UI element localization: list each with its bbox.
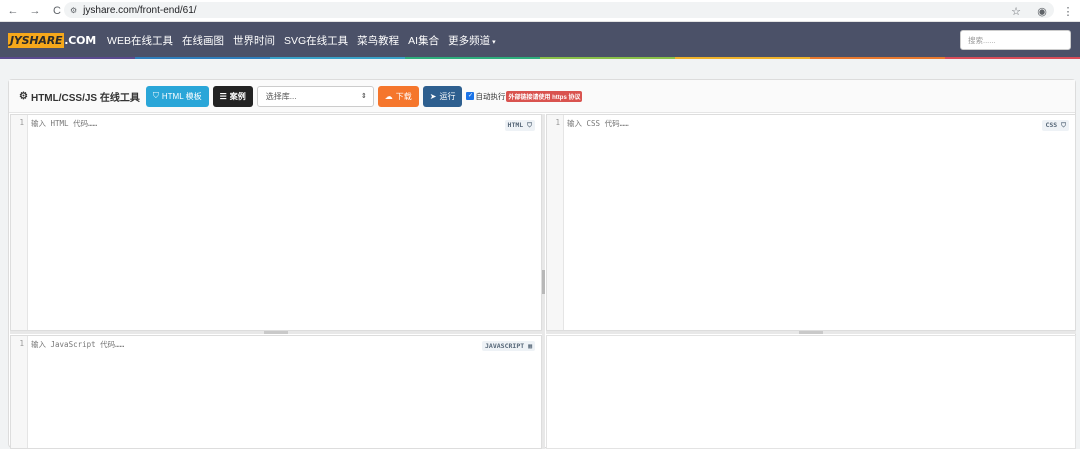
stripe-segment xyxy=(0,57,135,59)
js-editor-gutter: 1 xyxy=(11,336,28,448)
js-editor[interactable]: 1 输入 JavaScript 代码…… JAVASCRIPT ▦ xyxy=(10,335,542,449)
autorun-label[interactable]: 自动执行 xyxy=(475,91,505,102)
js-editor-placeholder: 输入 JavaScript 代码…… xyxy=(31,340,125,349)
css-editor-placeholder: 输入 CSS 代码…… xyxy=(567,119,629,128)
stripe-segment xyxy=(270,57,405,59)
vertical-resizer[interactable] xyxy=(542,114,545,449)
autorun-option: ✓ 自动执行 外部链接请使用 https 协议 xyxy=(466,90,583,102)
line-number: 1 xyxy=(19,118,24,127)
color-stripe xyxy=(0,57,1080,59)
download-button[interactable]: ☁ 下载 xyxy=(377,85,419,107)
nav-link-more-label: 更多频道 xyxy=(448,34,491,47)
css-language-tag: CSS ⛉ xyxy=(1042,120,1069,131)
css-editor-gutter: 1 xyxy=(547,115,564,330)
html-editor-gutter: 1 xyxy=(11,115,28,330)
browser-menu-icon[interactable]: ⋮ xyxy=(1059,2,1077,20)
library-select-value: 选择库... xyxy=(265,91,297,101)
site-navbar: JYSHARE .COM WEB在线工具 在线画图 世界时间 SVG在线工具 菜… xyxy=(0,22,1080,58)
select-arrows-icon: ⇕ xyxy=(360,93,367,100)
js-tag-text: JAVASCRIPT xyxy=(485,342,525,350)
forward-icon[interactable]: → xyxy=(26,2,44,20)
tool-title-text: HTML/CSS/JS 在线工具 xyxy=(30,92,140,104)
js-icon: ▦ xyxy=(528,342,532,350)
result-preview-pane[interactable] xyxy=(546,335,1076,449)
html-language-tag: HTML ⛉ xyxy=(504,120,535,131)
address-bar[interactable]: ⚙ jyshare.com/front-end/61/ xyxy=(64,2,1054,18)
css3-icon: ⛉ xyxy=(1061,121,1066,129)
browser-toolbar: ← → C ⚙ jyshare.com/front-end/61/ ☆ ◉ ⋮ xyxy=(0,0,1080,22)
cloud-download-icon: ☁ xyxy=(384,91,393,101)
https-notice-badge: 外部链接请使用 https 协议 xyxy=(506,90,583,102)
horizontal-resizer-grip[interactable] xyxy=(799,331,823,334)
nav-link-svg-tools[interactable]: SVG在线工具 xyxy=(284,33,348,48)
tool-title: ⚙ HTML/CSS/JS 在线工具 xyxy=(19,89,140,104)
nav-link-online-draw[interactable]: 在线画图 xyxy=(182,33,224,48)
css-editor[interactable]: 1 输入 CSS 代码…… CSS ⛉ xyxy=(546,114,1076,331)
library-select[interactable]: 选择库... ⇕ xyxy=(256,85,374,107)
vertical-resizer-grip[interactable] xyxy=(542,269,545,294)
tool-panel: ⚙ HTML/CSS/JS 在线工具 ⛉ HTML 模板 ☰ 案例 选择库...… xyxy=(8,79,1076,449)
html-tag-text: HTML xyxy=(507,121,524,129)
line-number: 1 xyxy=(19,339,24,348)
horizontal-resizer-right[interactable] xyxy=(546,331,1076,334)
site-logo[interactable]: JYSHARE .COM xyxy=(8,32,97,48)
autorun-checkbox[interactable]: ✓ xyxy=(466,92,475,100)
nav-link-world-time[interactable]: 世界时间 xyxy=(233,33,275,48)
line-number: 1 xyxy=(555,118,560,127)
stripe-segment xyxy=(135,57,270,59)
browser-actions: ☆ ◉ ⋮ xyxy=(1004,2,1080,20)
account-icon[interactable]: ◉ xyxy=(1033,2,1051,20)
nav-links: WEB在线工具 在线画图 世界时间 SVG在线工具 菜鸟教程 AI集合 更多频道… xyxy=(107,33,505,48)
logo-main: JYSHARE xyxy=(8,32,65,48)
nav-link-more-channels[interactable]: 更多频道 ▾ xyxy=(448,33,496,48)
js-language-tag: JAVASCRIPT ▦ xyxy=(482,341,535,351)
nav-link-web-tools[interactable]: WEB在线工具 xyxy=(107,33,173,48)
chevron-down-icon: ▾ xyxy=(492,38,496,46)
search-input[interactable]: 搜索...... xyxy=(960,30,1071,50)
run-button[interactable]: ➤ 运行 xyxy=(422,85,463,107)
back-icon[interactable]: ← xyxy=(4,2,22,20)
examples-button[interactable]: ☰ 案例 xyxy=(212,85,253,107)
stripe-segment xyxy=(945,57,1080,59)
horizontal-resizer-grip[interactable] xyxy=(264,331,288,334)
stripe-segment xyxy=(540,57,675,59)
html5-icon: ⛉ xyxy=(527,121,532,129)
list-icon: ☰ xyxy=(219,91,227,101)
stripe-segment xyxy=(405,57,540,59)
run-label: 运行 xyxy=(439,91,456,101)
send-icon: ➤ xyxy=(429,91,437,101)
html-editor-placeholder: 输入 HTML 代码…… xyxy=(31,119,98,128)
html-editor[interactable]: 1 输入 HTML 代码…… HTML ⛉ xyxy=(10,114,542,331)
examples-label: 案例 xyxy=(229,91,246,101)
cogs-icon: ⚙ xyxy=(19,90,28,102)
editor-toolbar: ⚙ HTML/CSS/JS 在线工具 ⛉ HTML 模板 ☰ 案例 选择库...… xyxy=(9,80,1075,113)
stripe-segment xyxy=(675,57,810,59)
download-label: 下载 xyxy=(395,91,412,101)
url-text[interactable]: jyshare.com/front-end/61/ xyxy=(83,5,196,16)
horizontal-resizer-left[interactable] xyxy=(10,331,542,334)
nav-link-runoob[interactable]: 菜鸟教程 xyxy=(357,33,399,48)
html5-icon: ⛉ xyxy=(152,91,159,100)
bookmark-star-icon[interactable]: ☆ xyxy=(1007,2,1025,20)
html-template-button[interactable]: ⛉ HTML 模板 xyxy=(145,85,209,107)
html-template-label: HTML 模板 xyxy=(161,91,202,101)
stripe-segment xyxy=(810,57,945,59)
css-tag-text: CSS xyxy=(1045,121,1058,129)
site-info-icon[interactable]: ⚙ xyxy=(70,6,77,15)
nav-link-ai[interactable]: AI集合 xyxy=(408,33,439,48)
logo-suffix: .COM xyxy=(64,33,97,47)
